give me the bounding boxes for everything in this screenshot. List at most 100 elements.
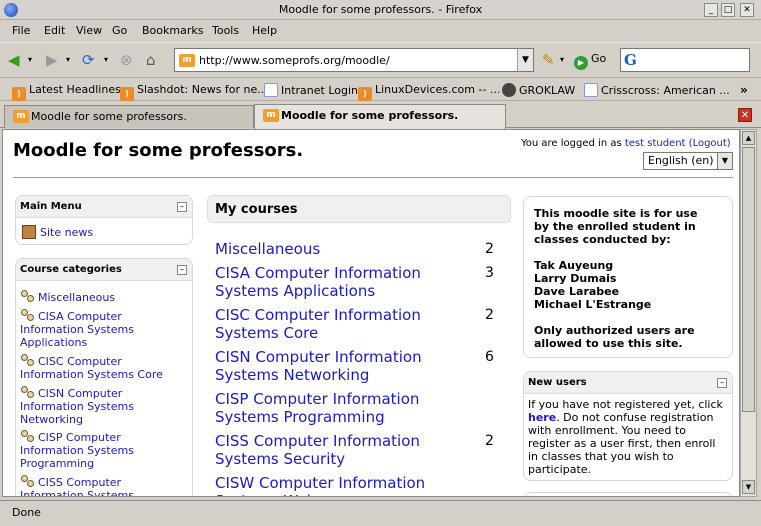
page-icon	[264, 83, 278, 97]
window-titlebar: Moodle for some professors. - Firefox _ …	[0, 0, 761, 20]
moodle-favicon: m	[263, 109, 279, 122]
scrollbar-thumb[interactable]	[742, 147, 755, 412]
stop-icon[interactable]: ⊗	[120, 51, 133, 69]
forward-icon[interactable]: ▶	[46, 51, 58, 69]
site-info-block: This moodle site is for use by the enrol…	[523, 196, 733, 358]
main-menu-title: Main Menu	[20, 201, 82, 212]
reload-icon[interactable]: ⟳	[82, 51, 95, 69]
main-menu-block: Main Menu – Site news	[15, 195, 193, 245]
go-button[interactable]: ▶ Go	[574, 52, 606, 70]
page-content: Moodle for some professors. You are logg…	[2, 129, 740, 497]
course-count: 2	[485, 433, 494, 449]
category-item[interactable]: CISP Computer Information Systems Progra…	[20, 429, 160, 470]
logout-link[interactable]: (Logout)	[689, 138, 731, 149]
collapse-icon[interactable]: –	[177, 265, 187, 275]
site-news-item[interactable]: Site news	[22, 225, 93, 239]
tab-moodle-1[interactable]: m Moodle for some professors.	[4, 105, 254, 128]
login-info: You are logged in as test student (Logou…	[521, 138, 731, 149]
info-notice-line: Only authorized users are	[534, 324, 695, 337]
bookmark-linuxdevices[interactable]: ) LinuxDevices.com -- ...	[358, 83, 500, 101]
home-icon[interactable]: ⌂	[146, 51, 156, 69]
go-arrow-icon: ▶	[574, 56, 588, 70]
minimize-button[interactable]: _	[704, 3, 718, 17]
rss-icon: )	[120, 87, 134, 101]
course-count: 2	[485, 307, 494, 323]
back-dropdown-icon[interactable]: ▾	[28, 51, 32, 69]
course-count: 3	[485, 265, 494, 281]
course-categories-title: Course categories	[20, 264, 122, 275]
user-profile-link[interactable]: test student	[625, 138, 686, 149]
course-categories-header: Course categories –	[16, 259, 192, 281]
back-icon[interactable]: ◀	[8, 51, 20, 69]
info-intro-line: This moodle site is for use	[534, 207, 698, 220]
scroll-up-icon[interactable]: ▲	[742, 131, 755, 145]
info-intro-line: classes conducted by:	[534, 233, 671, 246]
category-item[interactable]: Miscellaneous	[20, 289, 190, 304]
bookmark-groklaw[interactable]: GROKLAW	[502, 83, 575, 97]
menu-view[interactable]: View	[76, 24, 102, 37]
course-link-cisw[interactable]: CISW Computer Information Systems Web	[215, 474, 455, 496]
url-text: http://www.someprofs.org/moodle/	[199, 54, 390, 67]
course-link-cisp[interactable]: CISP Computer Information Systems Progra…	[215, 390, 455, 426]
menu-help[interactable]: Help	[252, 24, 277, 37]
my-courses-title: My courses	[215, 202, 298, 217]
menu-bookmarks[interactable]: Bookmarks	[142, 24, 203, 37]
category-icon	[20, 353, 34, 367]
language-select[interactable]: English (en) ▼	[643, 152, 733, 170]
url-field[interactable]: m http://www.someprofs.org/moodle/ ▼	[174, 48, 534, 72]
menu-go[interactable]: Go	[112, 24, 127, 37]
page-title: Moodle for some professors.	[13, 140, 304, 161]
collapse-icon[interactable]: –	[177, 202, 187, 212]
course-link-misc[interactable]: Miscellaneous	[215, 240, 455, 258]
collapse-icon[interactable]: –	[717, 378, 727, 388]
category-item[interactable]: CISN Computer Information Systems Networ…	[20, 385, 160, 426]
category-item[interactable]: CISA Computer Information Systems Applic…	[20, 308, 160, 349]
scroll-down-icon[interactable]: ▼	[742, 480, 755, 494]
google-icon: G	[624, 51, 637, 69]
category-icon	[20, 474, 34, 488]
moodle-favicon: m	[179, 54, 195, 67]
menu-file[interactable]: File	[12, 24, 30, 37]
groklaw-icon	[502, 83, 516, 97]
new-users-header: New users –	[524, 372, 732, 394]
window-title: Moodle for some professors. - Firefox	[278, 3, 483, 16]
news-icon	[22, 225, 36, 239]
bookmarks-overflow-icon[interactable]: »	[740, 83, 748, 97]
register-link[interactable]: here	[528, 411, 556, 424]
course-link-ciss[interactable]: CISS Computer Information Systems Securi…	[215, 432, 455, 468]
close-tab-icon[interactable]: ✕	[738, 108, 752, 122]
menu-edit[interactable]: Edit	[44, 24, 65, 37]
category-item[interactable]: CISS Computer Information Systems	[20, 474, 160, 496]
forward-dropdown-icon[interactable]: ▾	[66, 51, 70, 69]
rss-icon: )	[12, 87, 26, 101]
bookmark-crisscross[interactable]: Crisscross: American ...	[584, 83, 730, 97]
category-item[interactable]: CISC Computer Information Systems Core	[20, 353, 186, 381]
new-users-title: New users	[528, 377, 587, 388]
site-news-link[interactable]: Site news	[40, 226, 93, 239]
vertical-scrollbar[interactable]: ▲ ▼	[740, 129, 757, 497]
status-bar: Done	[0, 500, 761, 526]
maximize-button[interactable]: □	[721, 3, 735, 17]
page-icon	[584, 83, 598, 97]
course-link-cisn[interactable]: CISN Computer Information Systems Networ…	[215, 348, 455, 384]
security-dropdown-icon[interactable]: ▾	[560, 51, 564, 69]
course-categories-block: Course categories – Miscellaneous CISA C…	[15, 258, 193, 496]
close-window-button[interactable]: ✕	[740, 3, 754, 17]
status-text: Done	[12, 506, 41, 519]
bookmark-intranet-login[interactable]: Intranet Login	[264, 83, 358, 97]
bookmark-latest-headlines[interactable]: ) Latest Headlines	[12, 83, 121, 101]
course-link-cisc[interactable]: CISC Computer Information Systems Core	[215, 306, 455, 342]
new-users-block: New users – If you have not registered y…	[523, 371, 733, 481]
navigation-toolbar: ◀ ▾ ▶ ▾ ⟳ ▾ ⊗ ⌂ m http://www.someprofs.o…	[0, 42, 761, 76]
url-dropdown-icon[interactable]: ▼	[517, 49, 533, 71]
menu-tools[interactable]: Tools	[212, 24, 239, 37]
teacher-name: Tak Auyeung	[534, 259, 614, 272]
search-field[interactable]: G	[620, 48, 750, 72]
category-icon	[20, 308, 34, 322]
course-link-cisa[interactable]: CISA Computer Information Systems Applic…	[215, 264, 455, 300]
security-icon[interactable]: ✎	[542, 51, 555, 69]
bookmarks-toolbar: ) Latest Headlines ) Slashdot: News for ne…	[0, 77, 761, 101]
tab-moodle-2[interactable]: m Moodle for some professors.	[254, 104, 506, 129]
bookmark-slashdot[interactable]: ) Slashdot: News for ne...	[120, 83, 268, 101]
reload-dropdown-icon[interactable]: ▾	[104, 51, 108, 69]
